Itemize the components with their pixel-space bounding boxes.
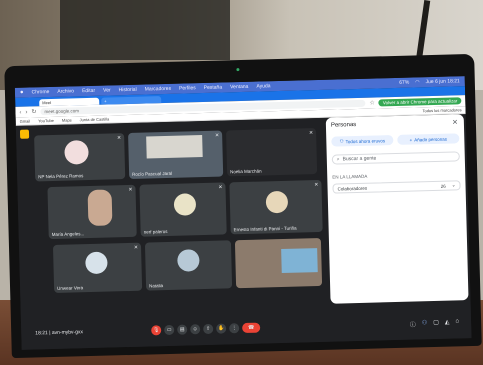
menu-item-ayuda[interactable]: Ayuda bbox=[256, 83, 270, 89]
lock-icon[interactable]: ⌂ bbox=[455, 318, 459, 327]
battery-level[interactable]: 67% bbox=[399, 80, 409, 86]
participant-name: María Angeles... bbox=[51, 231, 85, 238]
forward-icon[interactable]: › bbox=[25, 109, 27, 115]
participant-name: Ernesto Infanti di Panni - Turiña bbox=[233, 225, 297, 233]
star-icon[interactable]: ☆ bbox=[369, 100, 375, 107]
meeting-info: 18:21 | avn-mybv-gxx bbox=[35, 329, 84, 337]
participant-tile[interactable]: ✕ nerf paleros bbox=[139, 182, 227, 237]
avatar bbox=[177, 249, 200, 272]
present-button[interactable]: ⇧ bbox=[203, 323, 214, 335]
call-controls: 18:21 | avn-mybv-gxx 🎙 ▭ ▤ ☺ ⇧ ✋ ⋮ ☎ ⓘ ⚇… bbox=[21, 308, 472, 348]
menu-item-ver[interactable]: Ver bbox=[103, 87, 111, 93]
chevron-down-icon: ⌄ bbox=[451, 182, 456, 188]
participant-tile[interactable]: ✕ Noelia Marchán bbox=[226, 128, 318, 177]
in-call-label: EN LA LLAMADA bbox=[332, 173, 368, 180]
participant-name: NP Nela Pérez Ramos bbox=[38, 173, 84, 180]
participant-tile[interactable]: ✕ Rocío Pascual Jaral bbox=[128, 130, 224, 179]
all-bookmarks[interactable]: Todos los marcadores bbox=[422, 107, 461, 113]
projected-slide bbox=[146, 135, 203, 159]
shared-photo bbox=[281, 248, 318, 274]
camera-toggle-button[interactable]: ▭ bbox=[164, 324, 175, 336]
participant-tile[interactable]: ✕ María Angeles... bbox=[47, 184, 137, 240]
leave-call-button[interactable]: ☎ bbox=[242, 322, 261, 334]
avatar bbox=[85, 251, 108, 275]
add-people-button[interactable]: + Añadir personas bbox=[397, 133, 460, 145]
laptop-screen: ● Chrome Archivo Editar Ver Historial Ma… bbox=[14, 76, 472, 350]
mic-off-icon: ✕ bbox=[128, 186, 133, 193]
right-controls: ⓘ ⚇ ▢ ◭ ⌂ bbox=[410, 318, 460, 328]
menu-item-ventana[interactable]: Ventana bbox=[230, 84, 249, 90]
bookmark-item[interactable]: Junta de Castilla bbox=[80, 116, 110, 122]
mic-off-icon: ✕ bbox=[314, 182, 319, 189]
search-people-input[interactable]: ⌕ Buscar a gente bbox=[331, 151, 460, 165]
participant-video bbox=[87, 189, 113, 227]
mic-off-icon: ✕ bbox=[214, 132, 220, 139]
menu-item-editar[interactable]: Editar bbox=[82, 88, 95, 94]
avatar bbox=[173, 193, 197, 216]
menu-item-archivo[interactable]: Archivo bbox=[57, 88, 74, 94]
more-options-button[interactable]: ⋮ bbox=[229, 323, 240, 334]
add-people-label: Añadir personas bbox=[414, 136, 448, 142]
back-icon[interactable]: ‹ bbox=[19, 109, 21, 115]
avatar bbox=[265, 190, 289, 214]
contributors-label: Colaboradores bbox=[337, 185, 368, 192]
mic-off-icon: ✕ bbox=[133, 244, 139, 251]
people-icon: ⚇ bbox=[339, 138, 344, 144]
captions-button[interactable]: ▤ bbox=[177, 324, 188, 335]
apple-icon[interactable]: ● bbox=[20, 90, 24, 96]
participant-tile[interactable]: ✕ NP Nela Pérez Ramos bbox=[34, 133, 126, 182]
clock[interactable]: Jue 6 jun 18:21 bbox=[426, 78, 460, 85]
raise-hand-button[interactable]: ✋ bbox=[216, 323, 227, 334]
relaunch-chrome-button[interactable]: Volver a abrir Chrome para actualizar bbox=[378, 97, 462, 107]
laptop: ● Chrome Archivo Editar Ver Historial Ma… bbox=[4, 53, 482, 359]
chat-icon[interactable]: ▢ bbox=[433, 318, 439, 327]
meet-call: ✕ NP Nela Pérez Ramos ✕ Rocío Pascual Ja… bbox=[15, 114, 472, 350]
participant-name: Unwear Vera bbox=[57, 285, 84, 291]
all-people-button[interactable]: ⚇ Todos ahora eruvos bbox=[331, 135, 394, 147]
bookmark-item[interactable]: YouTube bbox=[38, 118, 54, 123]
laptop-camera bbox=[236, 68, 240, 72]
people-actions: ⚇ Todos ahora eruvos + Añadir personas bbox=[331, 133, 460, 147]
mic-off-icon: ✕ bbox=[116, 135, 122, 142]
people-panel: Personas ✕ ⚇ Todos ahora eruvos + Añadir p… bbox=[325, 114, 469, 304]
bookmark-item[interactable]: Maps bbox=[62, 117, 72, 122]
participant-name: Natalia bbox=[148, 283, 164, 289]
meet-logo-icon bbox=[19, 129, 30, 139]
mic-off-icon: ✕ bbox=[218, 184, 223, 191]
menu-item-historial[interactable]: Historial bbox=[119, 87, 137, 93]
contributors-section[interactable]: Colaboradores 26 ⌄ bbox=[332, 180, 461, 194]
reload-icon[interactable]: ↻ bbox=[31, 108, 36, 115]
participant-tile[interactable]: ✕ Ernesto Infanti di Panni - Turiña bbox=[229, 179, 323, 235]
mic-toggle-button[interactable]: 🎙 bbox=[151, 325, 162, 336]
activities-icon[interactable]: ◭ bbox=[445, 318, 450, 327]
participant-tile[interactable]: ✕ Unwear Vera bbox=[52, 242, 143, 293]
menu-item-chrome[interactable]: Chrome bbox=[32, 89, 50, 95]
search-icon: ⌕ bbox=[336, 156, 340, 163]
wifi-icon[interactable]: ◠ bbox=[415, 79, 420, 85]
avatar bbox=[64, 140, 89, 165]
participant-name: Rocío Pascual Jaral bbox=[132, 170, 173, 177]
menu-item-marcadores[interactable]: Marcadores bbox=[145, 86, 172, 93]
participant-tile[interactable] bbox=[234, 237, 323, 289]
background-window bbox=[60, 0, 230, 60]
search-placeholder: Buscar a gente bbox=[342, 155, 377, 163]
add-person-icon: + bbox=[409, 137, 413, 143]
participant-tile[interactable]: Natalia bbox=[144, 240, 233, 291]
emoji-button[interactable]: ☺ bbox=[190, 324, 201, 335]
menu-item-perfiles[interactable]: Perfiles bbox=[179, 85, 196, 91]
bookmark-item[interactable]: Gmail bbox=[20, 119, 31, 124]
contributors-count: 26 bbox=[440, 183, 446, 189]
people-icon[interactable]: ⚇ bbox=[422, 319, 428, 328]
mic-off-icon: ✕ bbox=[308, 130, 314, 137]
participant-name: nerf paleros bbox=[143, 228, 168, 235]
info-icon[interactable]: ⓘ bbox=[410, 319, 416, 328]
all-people-label: Todos ahora eruvos bbox=[345, 137, 386, 144]
menu-item-pestana[interactable]: Pestaña bbox=[204, 85, 223, 91]
participant-name: Noelia Marchán bbox=[230, 168, 262, 175]
close-icon[interactable]: ✕ bbox=[452, 118, 458, 126]
people-panel-title: Personas bbox=[330, 122, 357, 129]
